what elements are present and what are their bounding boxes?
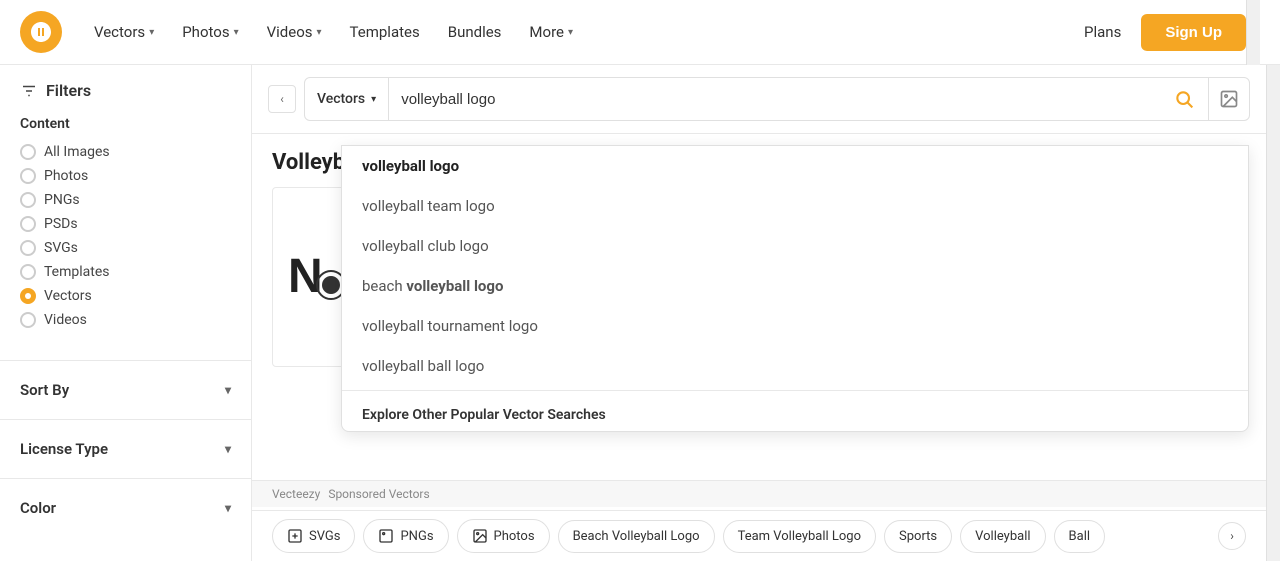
chip-pngs[interactable]: PNGs [363,519,448,553]
sort-by-section[interactable]: Sort By ▾ [0,369,251,411]
filter-pngs[interactable]: PNGs [20,192,231,208]
suggestion-volleyball-team-logo[interactable]: volleyball team logo [342,186,1248,226]
filter-all-images[interactable]: All Images [20,144,231,160]
chip-volleyball[interactable]: Volleyball [960,520,1045,553]
search-icon [1174,89,1194,109]
suggestion-volleyball-ball-logo[interactable]: volleyball ball logo [342,346,1248,386]
suggestion-volleyball-tournament-logo[interactable]: volleyball tournament logo [342,306,1248,346]
photo-icon [472,528,488,544]
search-bar: Vectors ▾ volleyball log [304,77,1250,121]
filter-icon [20,82,38,100]
chip-ball[interactable]: Ball [1054,520,1106,553]
filter-templates[interactable]: Templates [20,264,231,280]
radio-pngs [20,192,36,208]
plans-link[interactable]: Plans [1084,23,1121,41]
filter-psds[interactable]: PSDs [20,216,231,232]
header: Vectors ▾ Photos ▾ Videos ▾ Templates Bu… [0,0,1280,65]
search-button[interactable] [1160,78,1208,120]
filters-header: Filters [0,81,251,116]
radio-vectors [20,288,36,304]
chevron-down-icon: ▾ [225,442,231,456]
chevron-down-icon: ▾ [149,27,154,38]
logo[interactable] [20,11,62,53]
chevron-down-icon: ▾ [225,501,231,515]
radio-svgs [20,240,36,256]
sidebar-divider-2 [0,419,251,420]
chevron-down-icon: ▾ [371,94,376,105]
nav-videos[interactable]: Videos ▾ [255,15,334,49]
chevron-down-icon: ▾ [317,27,322,38]
scrollbar [1246,0,1260,65]
nav-more[interactable]: More ▾ [517,15,585,49]
chips-next-button[interactable]: › [1218,522,1246,550]
chip-beach-volleyball-logo[interactable]: Beach Volleyball Logo [558,520,715,553]
image-search-icon [1219,89,1239,109]
content-section-title: Content [20,116,231,132]
nav-bundles[interactable]: Bundles [436,15,514,49]
nav-photos[interactable]: Photos ▾ [170,15,250,49]
suggestion-volleyball-club-logo[interactable]: volleyball club logo [342,226,1248,266]
sponsored-bar: Vecteezy Sponsored Vectors [252,480,1266,507]
nav-templates[interactable]: Templates [338,15,432,49]
chip-svgs[interactable]: SVGs [272,519,355,553]
suggestion-volleyball-logo[interactable]: volleyball logo [342,146,1248,186]
radio-templates [20,264,36,280]
filter-vectors[interactable]: Vectors [20,288,231,304]
chip-team-volleyball-logo[interactable]: Team Volleyball Logo [723,520,876,553]
radio-photos [20,168,36,184]
chevron-down-icon: ▾ [568,27,573,38]
filter-photos[interactable]: Photos [20,168,231,184]
content-section: Content All Images Photos PNGs PSDs SVGs [0,116,251,352]
sidebar: Filters Content All Images Photos PNGs P… [0,65,252,561]
search-area: ‹ Vectors ▾ [252,65,1266,134]
png-icon [378,528,394,544]
sidebar-divider-3 [0,478,251,479]
header-right: Plans Sign Up [1084,14,1246,51]
svg-icon [287,528,303,544]
license-type-section[interactable]: License Type ▾ [0,428,251,470]
radio-videos [20,312,36,328]
image-search-button[interactable] [1208,78,1249,120]
main-layout: Filters Content All Images Photos PNGs P… [0,65,1280,561]
signup-button[interactable]: Sign Up [1141,14,1246,51]
dropdown-divider [342,390,1248,391]
svg-text:N: N [288,250,323,303]
right-scrollbar[interactable] [1266,65,1280,561]
nav-vectors[interactable]: Vectors ▾ [82,15,166,49]
content-area: ‹ Vectors ▾ [252,65,1266,561]
color-section[interactable]: Color ▾ [0,487,251,529]
explore-section-title: Explore Other Popular Vector Searches [342,395,1248,431]
filter-videos[interactable]: Videos [20,312,231,328]
search-dropdown: volleyball logo volleyball team logo vol… [341,145,1249,432]
filter-svgs[interactable]: SVGs [20,240,231,256]
radio-all-images [20,144,36,160]
sidebar-divider-1 [0,360,251,361]
chips-bar: SVGs PNGs Photos Beach Volleyball Logo T… [252,510,1266,561]
suggestion-beach-volleyball-logo[interactable]: beach volleyball logo [342,266,1248,306]
chevron-down-icon: ▾ [225,383,231,397]
search-input[interactable] [389,78,1160,120]
chip-sports[interactable]: Sports [884,520,952,553]
collapse-sidebar-button[interactable]: ‹ [268,85,296,113]
chevron-down-icon: ▾ [234,27,239,38]
search-type-select[interactable]: Vectors ▾ [305,78,389,120]
radio-psds [20,216,36,232]
main-nav: Vectors ▾ Photos ▾ Videos ▾ Templates Bu… [82,15,1084,49]
logo-icon [29,20,53,44]
chip-photos[interactable]: Photos [457,519,550,553]
